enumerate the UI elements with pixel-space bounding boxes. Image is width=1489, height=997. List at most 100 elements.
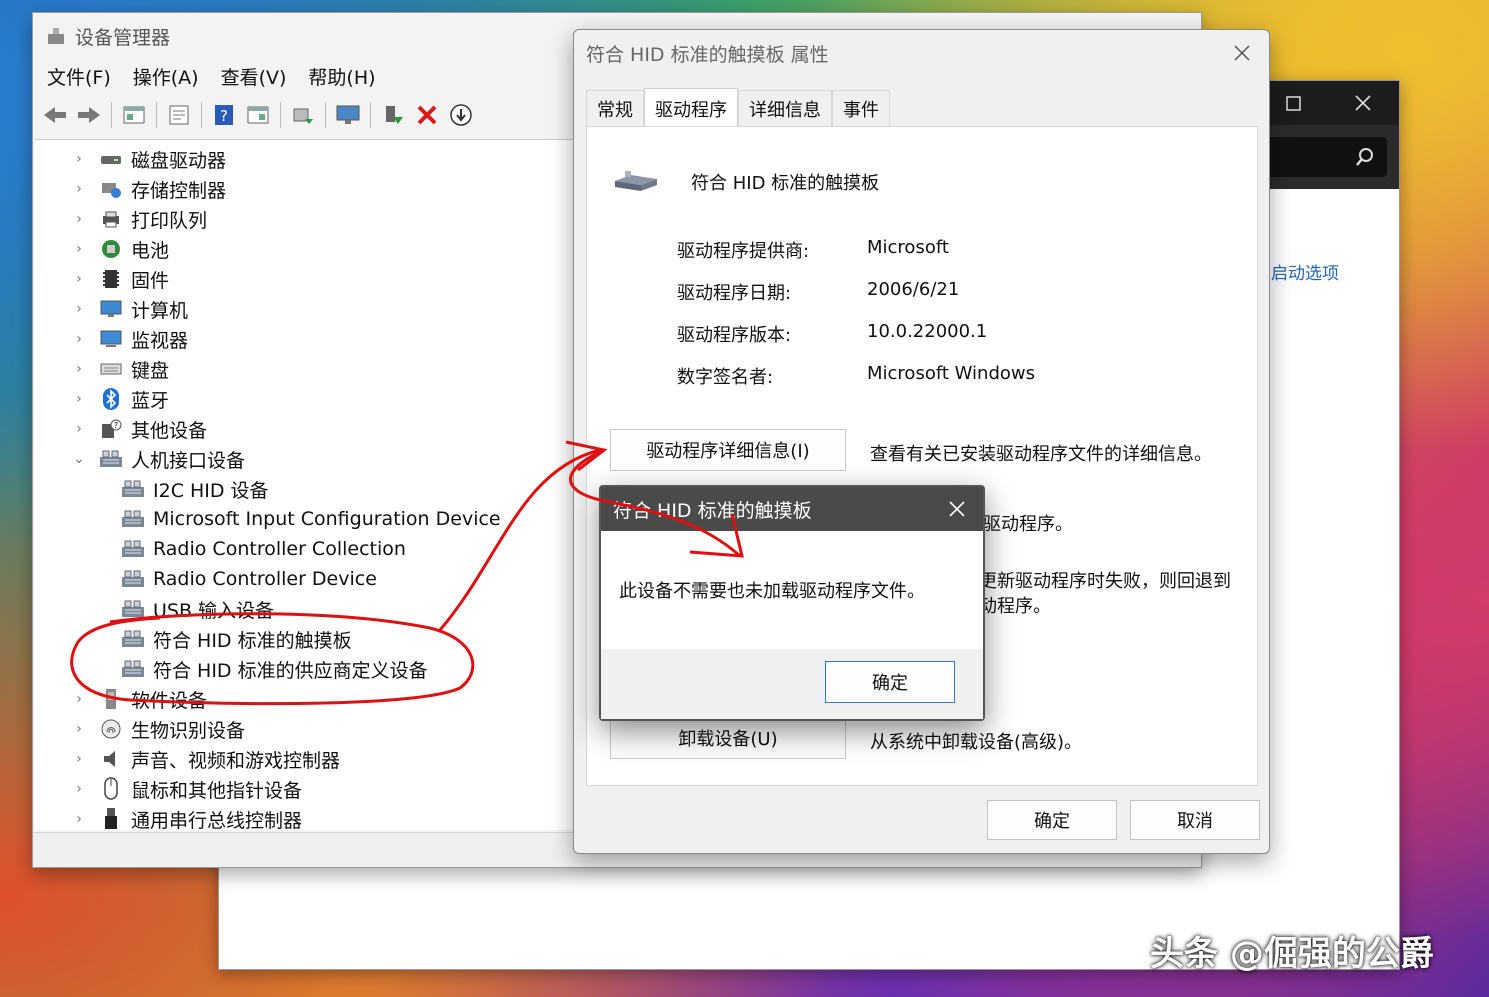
forward-button[interactable] (75, 101, 103, 129)
speaker-icon (99, 748, 123, 770)
chevron-right-icon[interactable]: › (71, 361, 87, 377)
tree-item[interactable]: Radio Controller Device (121, 564, 377, 594)
device-header: 符合 HID 标准的触摸板 (613, 167, 879, 197)
startup-options-link[interactable]: 启动选项 (1271, 259, 1339, 284)
tree-item[interactable]: Microsoft Input Configuration Device (121, 504, 501, 534)
tree-item[interactable]: › 磁盘驱动器 (71, 144, 226, 174)
chevron-right-icon[interactable]: › (71, 241, 87, 257)
chevron-right-icon[interactable]: › (71, 391, 87, 407)
chevron-right-icon[interactable]: › (71, 781, 87, 797)
close-icon (1234, 45, 1250, 61)
info-value: 10.0.22000.1 (867, 321, 988, 342)
chevron-right-icon[interactable]: › (71, 751, 87, 767)
message-text: 此设备不需要也未加载驱动程序文件。 (619, 581, 925, 602)
tree-item[interactable]: › 通用串行总线控制器 (71, 804, 302, 830)
tree-item[interactable]: Radio Controller Collection (121, 534, 406, 564)
view-button[interactable] (244, 101, 272, 129)
toolbar-separator (370, 102, 371, 128)
tree-item[interactable]: USB 输入设备 (121, 594, 274, 624)
menu-action[interactable]: 操作(A) (133, 63, 199, 90)
chevron-right-icon[interactable]: › (71, 331, 87, 347)
tab-events[interactable]: 事件 (832, 90, 890, 127)
keyboard-icon (99, 358, 123, 380)
delete-x-icon (417, 105, 437, 125)
scan-hardware-button[interactable] (334, 101, 362, 129)
show-hide-tree-button[interactable] (120, 101, 148, 129)
tree-item[interactable]: ›? 其他设备 (71, 414, 207, 444)
hid-icon (121, 478, 145, 500)
dialog-close-button[interactable] (1227, 38, 1257, 68)
tree-item-label: 计算机 (131, 299, 189, 322)
message-box-titlebar: 符合 HID 标准的触摸板 (601, 487, 983, 531)
close-icon (949, 501, 965, 517)
tree-item[interactable]: › 生物识别设备 (71, 714, 245, 744)
device-name: 符合 HID 标准的触摸板 (691, 173, 880, 194)
firmware-icon (99, 268, 123, 290)
tree-item[interactable]: › 蓝牙 (71, 384, 169, 414)
tree-item-label: 符合 HID 标准的供应商定义设备 (153, 659, 428, 682)
tree-item-label: 鼠标和其他指针设备 (131, 779, 303, 802)
update-driver-button[interactable] (289, 101, 317, 129)
info-value: 2006/6/21 (867, 279, 960, 300)
tree-item[interactable]: › 存储控制器 (71, 174, 226, 204)
menu-file[interactable]: 文件(F) (47, 63, 111, 90)
toolbar-separator (156, 102, 157, 128)
tree-item[interactable]: ⌄ 人机接口设备 (71, 444, 245, 474)
tab-general[interactable]: 常规 (586, 90, 644, 127)
tab-driver[interactable]: 驱动程序 (644, 88, 738, 129)
tree-item[interactable]: 符合 HID 标准的供应商定义设备 (121, 654, 428, 684)
chevron-right-icon[interactable]: › (71, 301, 87, 317)
uninstall-device-button[interactable] (413, 101, 441, 129)
tree-item[interactable]: I2C HID 设备 (121, 474, 269, 504)
tree-item[interactable]: › 声音、视频和游戏控制器 (71, 744, 340, 774)
tree-item[interactable]: › 计算机 (71, 294, 188, 324)
usb-icon (99, 808, 123, 830)
chevron-right-icon[interactable]: › (71, 421, 87, 437)
tree-item[interactable]: › 软件设备 (71, 684, 207, 714)
scan-monitor-icon (336, 105, 360, 124)
chevron-down-icon[interactable]: ⌄ (71, 451, 87, 467)
toolbar-separator (325, 102, 326, 128)
uninstall-description: 从系统中卸载设备(高级)。 (870, 732, 1083, 753)
tree-item-label: Radio Controller Collection (153, 538, 406, 560)
tree-item[interactable]: › 键盘 (71, 354, 169, 384)
enable-device-button[interactable] (379, 101, 407, 129)
driver-details-button[interactable]: 驱动程序详细信息(I) (610, 429, 846, 471)
chevron-right-icon[interactable]: › (71, 151, 87, 167)
help-button[interactable]: ? (210, 101, 238, 129)
close-button[interactable] (1341, 83, 1385, 123)
tree-item-label: 键盘 (131, 359, 170, 382)
tree-item-label: 通用串行总线控制器 (131, 809, 303, 831)
maximize-button[interactable] (1271, 83, 1315, 123)
menu-help[interactable]: 帮助(H) (308, 63, 375, 90)
tree-item[interactable]: › 监视器 (71, 324, 188, 354)
info-value: Microsoft Windows (867, 363, 1035, 384)
device-manager-app-icon (45, 25, 67, 47)
message-ok-button[interactable]: 确定 (825, 661, 955, 703)
tree-item[interactable]: › 鼠标和其他指针设备 (71, 774, 302, 804)
message-box-close-button[interactable] (943, 495, 971, 523)
chevron-right-icon[interactable]: › (71, 691, 87, 707)
tree-item-label: 打印队列 (131, 209, 208, 232)
chevron-right-icon[interactable]: › (71, 721, 87, 737)
cancel-button[interactable]: 取消 (1130, 800, 1260, 840)
chevron-right-icon[interactable]: › (71, 811, 87, 827)
chevron-right-icon[interactable]: › (71, 181, 87, 197)
chevron-right-icon[interactable]: › (71, 271, 87, 287)
menu-view[interactable]: 查看(V) (221, 63, 287, 90)
tree-item[interactable]: › 打印队列 (71, 204, 207, 234)
ok-button[interactable]: 确定 (987, 800, 1117, 840)
tree-item[interactable]: › 固件 (71, 264, 169, 294)
rollback-description-line1: 更新驱动程序时失败，则回退到 (979, 571, 1231, 592)
chevron-right-icon[interactable]: › (71, 211, 87, 227)
device-manager-titlebar: 设备管理器 (45, 21, 170, 51)
tree-item[interactable]: 符合 HID 标准的触摸板 (121, 624, 352, 654)
disable-device-button[interactable] (447, 101, 475, 129)
tab-details[interactable]: 详细信息 (738, 90, 832, 127)
properties-button[interactable] (165, 101, 193, 129)
tree-item[interactable]: › 电池 (71, 234, 169, 264)
uninstall-device-button[interactable]: 卸载设备(U) (610, 717, 846, 759)
back-button[interactable] (41, 101, 69, 129)
close-icon (1355, 95, 1371, 111)
hid-icon (121, 658, 145, 680)
